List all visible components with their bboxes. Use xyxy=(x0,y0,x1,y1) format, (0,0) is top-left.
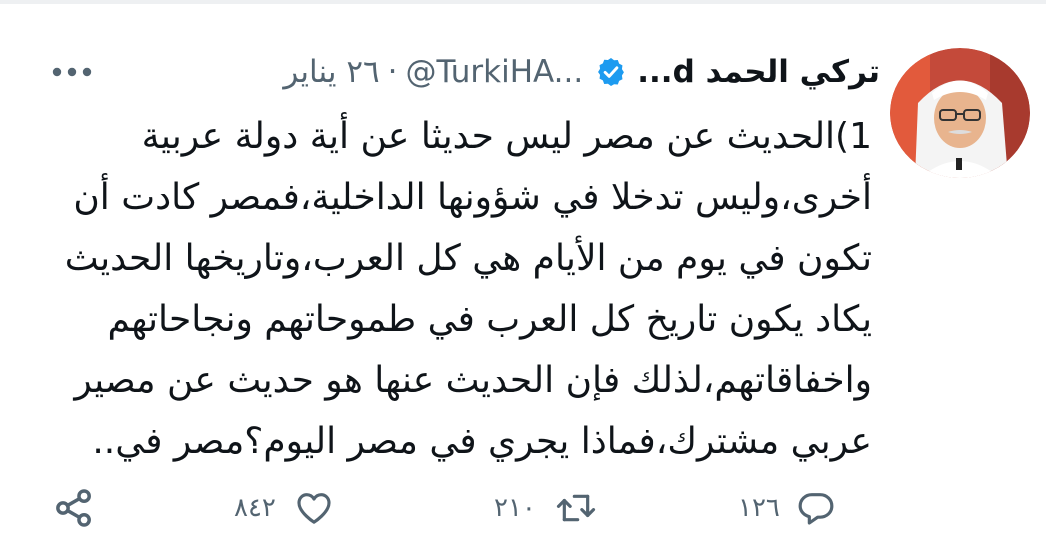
like-count: ٨٤٢ xyxy=(234,493,276,523)
heart-icon xyxy=(292,488,336,528)
like-button[interactable]: ٨٤٢ xyxy=(234,486,356,530)
tweet-text-line: تكون في يوم من الأيام هي كل العرب،وتاريخ… xyxy=(64,238,872,279)
tweet-text-line: أخرى،وليس تدخلا في شؤونها الداخلية،فمصر … xyxy=(73,177,872,218)
meta-separator: · xyxy=(387,54,398,90)
more-options-button[interactable] xyxy=(50,56,94,88)
tweet-header: تركي الحمد d... @TurkiHA... · ٢٦ يناير xyxy=(50,50,880,94)
tweet-text-line: واخفاقاتهم،لذلك فإن الحديث عنها هو حديث … xyxy=(74,360,872,401)
retweet-count: ٢١٠ xyxy=(494,493,536,523)
verified-badge-icon xyxy=(595,56,627,88)
tweet-text-line: عربي مشترك،فماذا يجري في مصر اليوم؟مصر ف… xyxy=(92,421,872,462)
retweet-button[interactable]: ٢١٠ xyxy=(494,486,614,530)
share-icon xyxy=(50,486,98,530)
tweet-meta: @TurkiHA... · ٢٦ يناير xyxy=(283,54,583,90)
tweet-date[interactable]: ٢٦ يناير xyxy=(283,54,379,90)
author-handle[interactable]: @TurkiHA... xyxy=(406,54,584,90)
tweet-text-line: يكاد يكون تاريخ كل العرب في طموحاتهم ونج… xyxy=(107,299,872,340)
more-icon xyxy=(50,56,94,88)
reply-icon xyxy=(794,488,838,528)
reply-button[interactable]: ١٢٦ xyxy=(738,486,860,530)
tweet-text: 1)الحديث عن مصر ليس حديثا عن أية دولة عر… xyxy=(50,106,872,472)
tweet-text-line: 1)الحديث عن مصر ليس حديثا عن أية دولة عر… xyxy=(141,116,872,157)
tweet-actions: ١٢٦ ٢١٠ ٨٤٢ xyxy=(0,478,1046,538)
author-avatar[interactable] xyxy=(890,48,1030,178)
share-button[interactable] xyxy=(50,486,100,530)
tweet-card[interactable]: تركي الحمد d... @TurkiHA... · ٢٦ يناير 1… xyxy=(0,0,1046,544)
author-display-name[interactable]: تركي الحمد d... xyxy=(637,54,880,90)
retweet-icon xyxy=(552,488,600,528)
reply-count: ١٢٦ xyxy=(738,493,780,523)
